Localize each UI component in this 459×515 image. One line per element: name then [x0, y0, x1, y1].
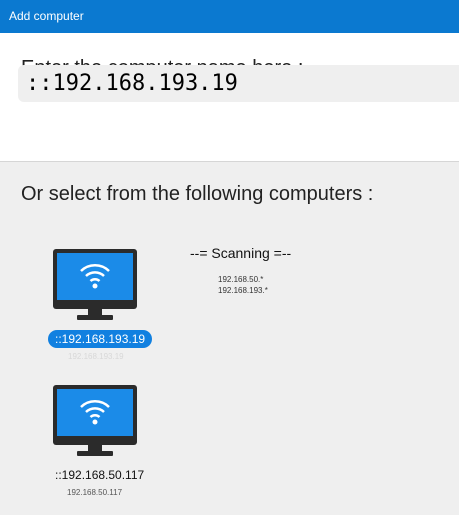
window-title: Add computer — [9, 9, 84, 23]
monitor-wifi-icon — [53, 385, 137, 456]
scan-range-item: 192.168.50.* — [218, 275, 264, 284]
computer-name-input[interactable] — [18, 65, 459, 102]
select-prompt: Or select from the following computers : — [21, 183, 374, 205]
scan-range-item: 192.168.193.* — [218, 286, 268, 295]
monitor-wifi-icon — [53, 249, 137, 320]
scan-range-list: 192.168.50.* 192.168.193.* — [218, 274, 268, 296]
computer-name-label: ::192.168.50.117 — [55, 468, 145, 482]
computer-item-192-168-193-19[interactable]: ::192.168.193.19 192.168.193.19 — [46, 248, 153, 363]
title-bar: Add computer — [0, 0, 459, 33]
computer-item-192-168-50-117[interactable]: ::192.168.50.117 192.168.50.117 — [46, 384, 151, 499]
computer-ip-label: 192.168.50.117 — [67, 488, 123, 497]
scanning-label: --= Scanning =-- — [190, 245, 292, 261]
computer-name-label: ::192.168.193.19 — [48, 330, 153, 348]
computer-ip-label: 192.168.193.19 — [68, 352, 124, 361]
